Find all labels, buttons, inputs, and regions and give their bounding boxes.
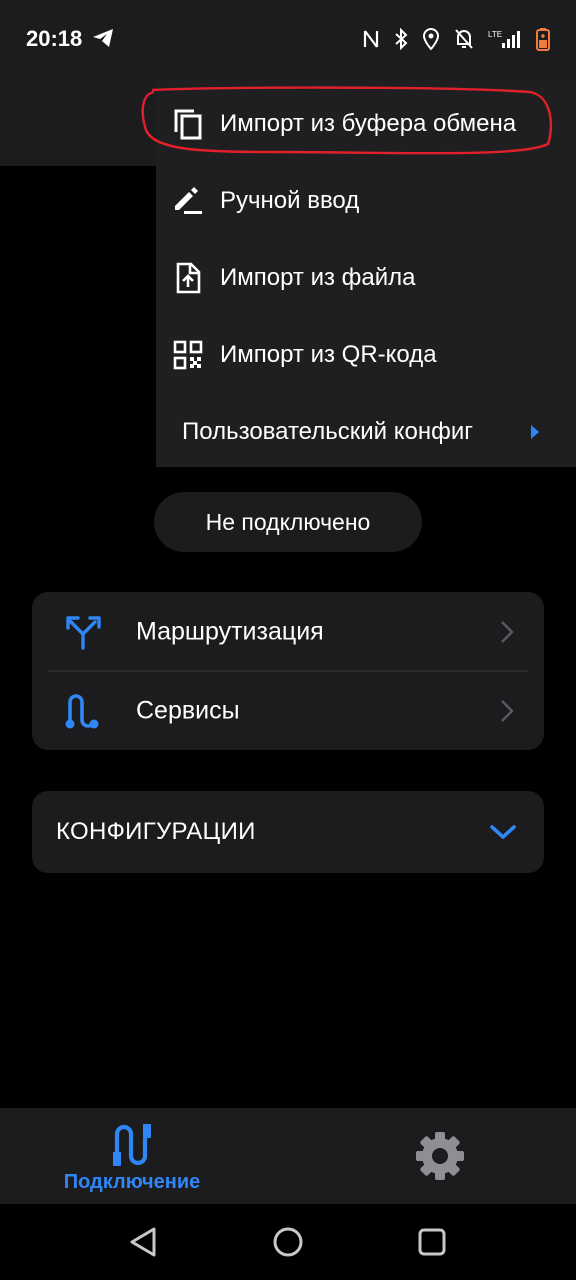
menu-item-label: Ручной ввод: [220, 186, 360, 214]
routing-row[interactable]: Маршрутизация: [32, 592, 544, 671]
menu-item-label: Импорт из QR-кода: [220, 340, 437, 368]
menu-item-import-qr[interactable]: Импорт из QR-кода: [156, 316, 576, 393]
status-bar: 20:18 LTE: [0, 0, 576, 80]
services-label: Сервисы: [136, 696, 240, 724]
services-icon: [65, 693, 99, 728]
edit-icon: [175, 186, 202, 214]
bluetooth-icon: [395, 28, 408, 50]
svg-text:LTE: LTE: [488, 30, 502, 39]
qr-code-icon: [173, 340, 203, 369]
nav-tab-connection-label: Подключение: [63, 1171, 201, 1193]
menu-item-custom-config[interactable]: Пользовательский конфиг: [156, 393, 576, 470]
system-nav-bar: [0, 1204, 576, 1280]
recents-icon[interactable]: [417, 1226, 447, 1258]
menu-item-label: Импорт из буфера обмена: [220, 109, 517, 137]
chevron-right-icon: [501, 699, 514, 722]
menu-item-manual-input[interactable]: Ручной ввод: [156, 162, 576, 239]
back-icon[interactable]: [128, 1226, 158, 1258]
configs-card[interactable]: КОНФИГУРАЦИИ: [32, 791, 544, 873]
routing-label: Маршрутизация: [136, 617, 324, 645]
telegram-icon: [93, 29, 113, 47]
alarm-off-icon: [455, 29, 473, 49]
bottom-nav: Подключение: [0, 1108, 576, 1204]
battery-icon: [536, 28, 550, 51]
menu-item-import-file[interactable]: Импорт из файла: [156, 239, 576, 316]
menu-item-label: Пользовательский конфиг: [182, 417, 473, 445]
services-row[interactable]: Сервисы: [32, 671, 544, 750]
nav-tab-connection[interactable]: Подключение: [46, 1108, 218, 1204]
triangle-right-icon: [531, 424, 539, 439]
import-menu: Импорт из буфера обмена Ручной ввод Импо…: [156, 80, 576, 467]
chevron-right-icon: [501, 620, 514, 643]
home-icon[interactable]: [272, 1226, 304, 1258]
routes-card: Маршрутизация Сервисы: [32, 592, 544, 750]
menu-item-import-clipboard[interactable]: Импорт из буфера обмена: [156, 85, 576, 162]
location-icon: [422, 28, 440, 50]
connection-status-pill[interactable]: Не подключено: [154, 492, 422, 552]
gear-icon[interactable]: [412, 1128, 468, 1184]
connection-icon: [113, 1124, 151, 1166]
menu-item-label: Импорт из файла: [220, 263, 416, 291]
nfc-icon: [363, 30, 379, 48]
file-upload-icon: [176, 262, 201, 293]
connection-status: Не подключено: [205, 508, 371, 535]
copy-icon: [174, 109, 202, 139]
configs-label: КОНФИГУРАЦИИ: [56, 818, 256, 845]
status-time: 20:18: [26, 26, 83, 51]
lte-signal-icon: LTE: [488, 30, 520, 48]
routing-icon: [66, 615, 101, 650]
chevron-down-icon[interactable]: [490, 824, 516, 840]
